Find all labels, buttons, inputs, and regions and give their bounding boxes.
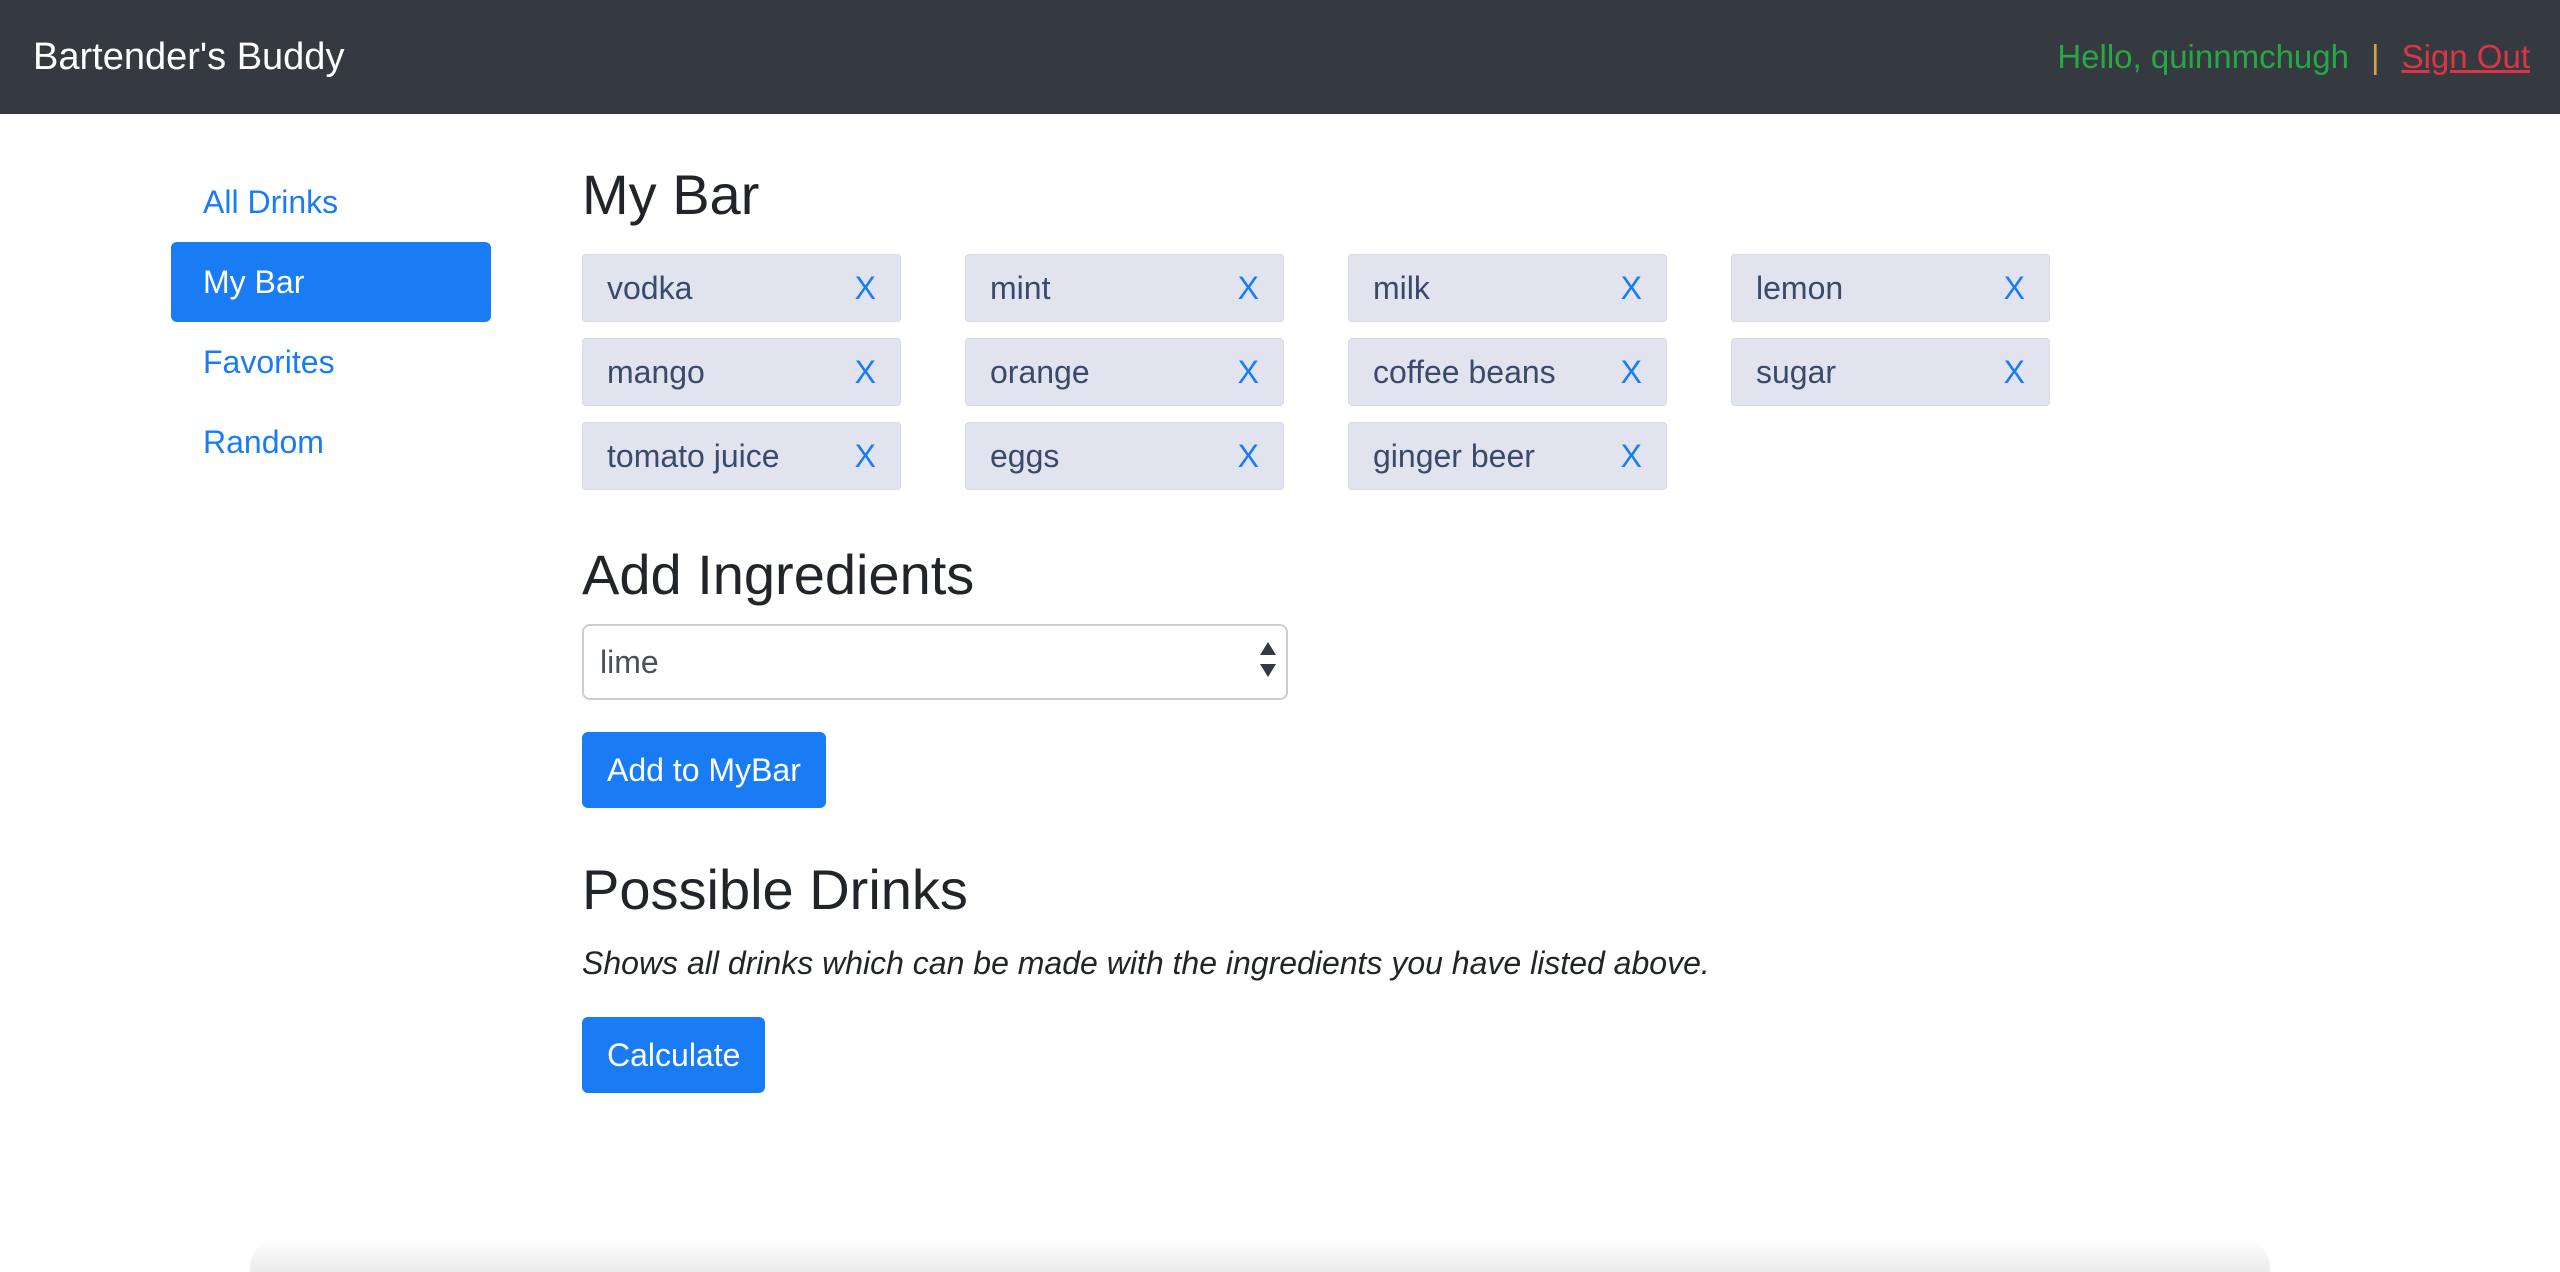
ingredient-chip: mango X: [582, 338, 901, 406]
remove-ingredient-button[interactable]: X: [2004, 339, 2025, 405]
bottom-shadow: [250, 1238, 2270, 1272]
sidebar-nav: All Drinks My Bar Favorites Random: [171, 162, 491, 482]
ingredient-chip: ginger beer X: [1348, 422, 1667, 490]
sidebar-item-favorites[interactable]: Favorites: [171, 322, 491, 402]
ingredient-chip: sugar X: [1731, 338, 2050, 406]
remove-ingredient-button[interactable]: X: [855, 255, 876, 321]
selected-ingredient: lime: [600, 644, 659, 680]
ingredient-chip: coffee beans X: [1348, 338, 1667, 406]
ingredient-label: vodka: [607, 270, 693, 306]
main-content: My Bar vodka X mint X milk X lemon X man…: [582, 160, 2082, 1093]
ingredient-chip: mint X: [965, 254, 1284, 322]
separator: |: [2371, 38, 2380, 75]
ingredient-chip: eggs X: [965, 422, 1284, 490]
ingredient-chip: milk X: [1348, 254, 1667, 322]
ingredient-label: ginger beer: [1373, 438, 1535, 474]
possible-drinks-description: Shows all drinks which can be made with …: [582, 945, 1710, 981]
ingredient-chip: orange X: [965, 338, 1284, 406]
ingredient-label: tomato juice: [607, 438, 780, 474]
sidebar-item-random[interactable]: Random: [171, 402, 491, 482]
ingredient-chip: lemon X: [1731, 254, 2050, 322]
user-area: Hello, quinnmchugh | Sign Out: [2057, 34, 2530, 80]
add-to-mybar-button[interactable]: Add to MyBar: [582, 732, 826, 808]
remove-ingredient-button[interactable]: X: [1621, 339, 1642, 405]
remove-ingredient-button[interactable]: X: [1621, 423, 1642, 489]
ingredient-label: eggs: [990, 438, 1060, 474]
my-bar-heading: My Bar: [582, 163, 760, 226]
ingredient-chip: tomato juice X: [582, 422, 901, 490]
ingredient-label: orange: [990, 354, 1090, 390]
remove-ingredient-button[interactable]: X: [1238, 255, 1259, 321]
sidebar-item-my-bar[interactable]: My Bar: [171, 242, 491, 322]
ingredient-grid: vodka X mint X milk X lemon X mango X or…: [582, 254, 2082, 494]
ingredient-select[interactable]: lime: [582, 624, 1288, 700]
sign-out-link[interactable]: Sign Out: [2402, 34, 2530, 80]
remove-ingredient-button[interactable]: X: [855, 423, 876, 489]
remove-ingredient-button[interactable]: X: [1238, 339, 1259, 405]
remove-ingredient-button[interactable]: X: [855, 339, 876, 405]
possible-drinks-section: Possible Drinks Shows all drinks which c…: [582, 855, 1710, 1093]
remove-ingredient-button[interactable]: X: [1621, 255, 1642, 321]
remove-ingredient-button[interactable]: X: [1238, 423, 1259, 489]
ingredient-chip: vodka X: [582, 254, 901, 322]
add-ingredients-section: Add Ingredients lime Add to MyBar: [582, 540, 1288, 808]
ingredient-label: mango: [607, 354, 705, 390]
add-ingredients-heading: Add Ingredients: [582, 543, 975, 606]
remove-ingredient-button[interactable]: X: [2004, 255, 2025, 321]
ingredient-label: sugar: [1756, 354, 1837, 390]
ingredient-label: mint: [990, 270, 1051, 306]
brand-title[interactable]: Bartender's Buddy: [33, 32, 344, 82]
user-greeting: Hello, quinnmchugh: [2057, 38, 2349, 75]
sidebar-item-all-drinks[interactable]: All Drinks: [171, 162, 491, 242]
calculate-button[interactable]: Calculate: [582, 1017, 766, 1093]
top-navbar: Bartender's Buddy Hello, quinnmchugh | S…: [0, 0, 2560, 114]
possible-drinks-heading: Possible Drinks: [582, 858, 968, 921]
ingredient-label: lemon: [1756, 270, 1844, 306]
select-arrows-icon: [1258, 642, 1278, 682]
ingredient-label: coffee beans: [1373, 354, 1556, 390]
ingredient-label: milk: [1373, 270, 1430, 306]
